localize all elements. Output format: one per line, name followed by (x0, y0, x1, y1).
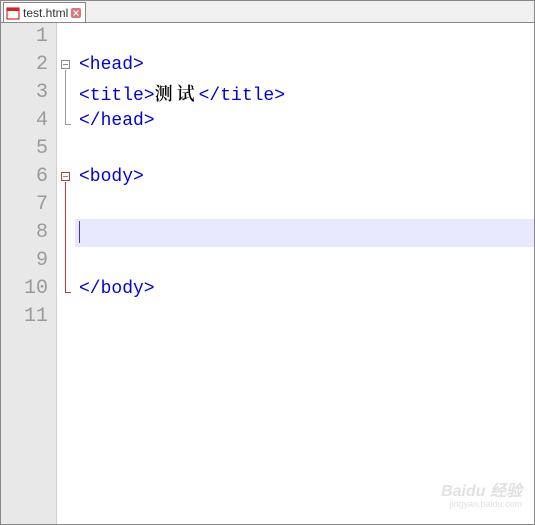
fold-guide (65, 182, 66, 292)
code-line-active (75, 219, 534, 247)
code-line (75, 135, 534, 163)
code-area[interactable]: <head> <title>测试</title> </head> <body> … (75, 23, 534, 524)
line-number: 11 (1, 303, 48, 331)
watermark-url: jingyan.baidu.com (441, 500, 522, 510)
line-number: 1 (1, 23, 48, 51)
watermark-brand: Baidu 经验 (441, 483, 522, 501)
code-line (75, 247, 534, 275)
text-cursor (79, 221, 80, 243)
line-number: 3 (1, 79, 48, 107)
fold-column (57, 23, 75, 524)
code-line (75, 191, 534, 219)
line-number: 5 (1, 135, 48, 163)
file-tab[interactable]: test.html (3, 2, 86, 22)
fold-toggle-icon[interactable] (61, 172, 70, 181)
fold-guide (65, 124, 71, 125)
code-line: <head> (75, 51, 534, 79)
line-number-gutter: 1 2 3 4 5 6 7 8 9 10 11 (1, 23, 57, 524)
code-line: <body> (75, 163, 534, 191)
code-editor[interactable]: 1 2 3 4 5 6 7 8 9 10 11 <head> <title>测试… (1, 23, 534, 524)
tab-bar: test.html (1, 1, 534, 23)
tab-filename: test.html (23, 6, 68, 20)
code-line (75, 303, 534, 331)
code-line: <title>测试</title> (75, 79, 534, 107)
close-icon[interactable] (71, 8, 81, 18)
code-line (75, 23, 534, 51)
fold-guide (65, 70, 66, 124)
line-number: 8 (1, 219, 48, 247)
code-line: </head> (75, 107, 534, 135)
line-number: 6 (1, 163, 48, 191)
line-number: 10 (1, 275, 48, 303)
html-file-icon (6, 6, 20, 20)
watermark: Baidu 经验 jingyan.baidu.com (441, 483, 522, 510)
line-number: 7 (1, 191, 48, 219)
fold-guide (65, 292, 71, 293)
line-number: 4 (1, 107, 48, 135)
code-line: </body> (75, 275, 534, 303)
line-number: 2 (1, 51, 48, 79)
line-number: 9 (1, 247, 48, 275)
fold-toggle-icon[interactable] (61, 60, 70, 69)
